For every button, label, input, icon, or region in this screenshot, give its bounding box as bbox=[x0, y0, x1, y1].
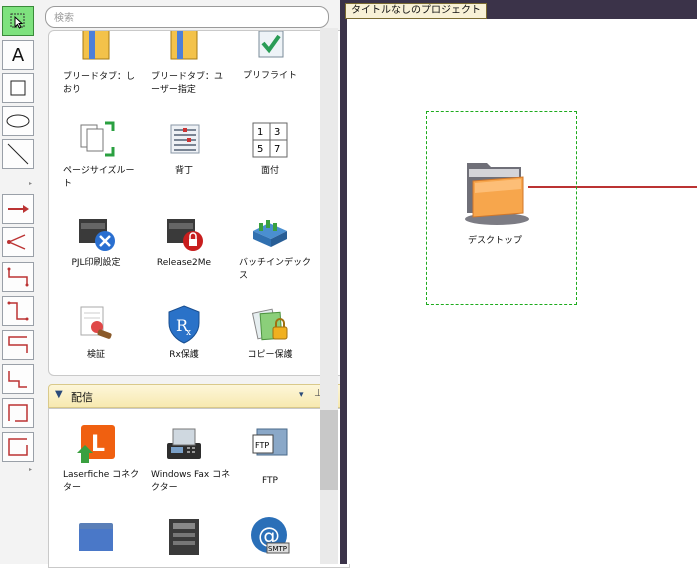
imposition-icon: 1 35 7 bbox=[252, 122, 288, 158]
svg-text:FTP: FTP bbox=[255, 441, 269, 450]
search-input[interactable] bbox=[52, 10, 326, 26]
elbow-icon bbox=[8, 371, 27, 388]
text-tool[interactable]: A bbox=[2, 40, 34, 70]
dropdown-icon[interactable]: ▾ bbox=[299, 390, 304, 400]
select-tool[interactable] bbox=[2, 6, 34, 36]
batch-index-icon bbox=[253, 220, 287, 247]
page-size-route-icon bbox=[80, 121, 115, 157]
tool-strip: A ▸ ▸ bbox=[0, 0, 39, 564]
scrollbar-thumb[interactable] bbox=[320, 410, 338, 490]
rectangle-tool[interactable] bbox=[2, 73, 34, 103]
elbow-connector-tool-5[interactable] bbox=[2, 398, 34, 428]
palette-item-label: ページサイズルート bbox=[63, 166, 135, 189]
branch-connector-tool[interactable] bbox=[2, 227, 34, 257]
palette-item-label: 検証 bbox=[86, 350, 105, 360]
palette-item-label: PJL印刷設定 bbox=[71, 258, 121, 268]
svg-text:1: 1 bbox=[257, 127, 263, 138]
elbow-connector-tool-2[interactable] bbox=[2, 296, 34, 326]
svg-text:3: 3 bbox=[274, 127, 280, 138]
node-label: デスクトップ bbox=[467, 236, 522, 246]
ellipse-icon bbox=[6, 114, 30, 128]
copy-protect-icon bbox=[251, 308, 288, 341]
elbow-icon bbox=[8, 336, 28, 353]
svg-text:7: 7 bbox=[274, 144, 280, 155]
grip-icon: ▸ bbox=[29, 180, 33, 187]
bleed-tab-user-icon bbox=[170, 31, 198, 60]
palette-item-label: 面付 bbox=[260, 166, 279, 176]
branch-icon bbox=[7, 234, 26, 250]
release2me-icon bbox=[167, 219, 203, 251]
svg-text:x: x bbox=[186, 328, 191, 338]
palette-item-label: 背丁 bbox=[174, 166, 193, 176]
arrow-right-icon bbox=[8, 205, 29, 213]
palette-item-label: Windows Fax コネクター bbox=[151, 470, 231, 493]
pointer-icon bbox=[10, 13, 25, 29]
pjl-print-settings-icon bbox=[79, 219, 115, 251]
svg-text:SMTP: SMTP bbox=[268, 545, 287, 553]
palette-item-label: FTP bbox=[262, 476, 278, 486]
collapse-arrow-icon[interactable]: ▼ bbox=[55, 389, 63, 400]
printer-icon bbox=[169, 519, 199, 555]
rectangle-icon bbox=[10, 80, 26, 96]
palette-item-label: Release2Me bbox=[156, 258, 212, 268]
svg-text:5: 5 bbox=[257, 144, 263, 155]
elbow-connector-tool-6[interactable] bbox=[2, 432, 34, 462]
smtp-icon: @SMTP bbox=[251, 517, 290, 554]
elbow-icon bbox=[8, 438, 28, 456]
palette-item-label: Rx保護 bbox=[169, 350, 199, 360]
palette-item-label: ブリードタブ：しおり bbox=[63, 72, 136, 95]
elbow-connector-tool-1[interactable] bbox=[2, 262, 34, 292]
rx-protect-icon: Rx bbox=[168, 305, 200, 344]
windows-fax-connector-icon bbox=[167, 428, 201, 459]
project-title-tab[interactable]: タイトルなしのプロジェクト bbox=[345, 3, 487, 19]
line-icon bbox=[7, 143, 29, 165]
palette-group-header[interactable]: ▼ 配信 ▾ ⊥ ⧉ bbox=[48, 384, 350, 408]
ellipse-tool[interactable] bbox=[2, 106, 34, 136]
text-tool-label: A bbox=[11, 44, 25, 66]
desktop-folder-icon[interactable] bbox=[461, 155, 533, 227]
palette-item-label: Laserfiche コネクター bbox=[63, 470, 140, 493]
palette-item-label: コピー保護 bbox=[247, 350, 293, 360]
palette-group-delivery: L Laserfiche コネクター Windows Fax コネクター FTP… bbox=[48, 408, 350, 568]
elbow-icon bbox=[8, 404, 28, 422]
laserfiche-connector-icon: L bbox=[77, 425, 115, 463]
svg-text:L: L bbox=[91, 432, 105, 457]
elbow-connector-tool-4[interactable] bbox=[2, 364, 34, 394]
palette-item-label: ブリードタブ：ユーザー指定 bbox=[151, 72, 224, 95]
elbow-connector-tool-3[interactable] bbox=[2, 330, 34, 360]
palette-item-label: バッチインデックス bbox=[239, 258, 312, 281]
elbow-icon bbox=[7, 267, 29, 287]
preflight-icon bbox=[258, 31, 284, 58]
bleed-tab-bookmark-icon bbox=[82, 31, 110, 60]
elbow-icon bbox=[7, 301, 29, 321]
ftp-icon: FTP bbox=[252, 428, 288, 456]
verify-icon bbox=[80, 306, 112, 339]
group-title: 配信 bbox=[71, 391, 93, 404]
palette-panel: ブリードタブ：しおり ブリードタブ：ユーザー指定 プリフライト ページサイズルー… bbox=[38, 0, 350, 568]
spine-mark-icon bbox=[170, 124, 200, 154]
palette-group-prepress: ブリードタブ：しおり ブリードタブ：ユーザー指定 プリフライト ページサイズルー… bbox=[48, 30, 350, 376]
arrow-connector-tool[interactable] bbox=[2, 194, 34, 224]
palette-item-label: プリフライト bbox=[242, 71, 297, 81]
folder-icon bbox=[79, 523, 113, 551]
search-box[interactable] bbox=[45, 6, 329, 28]
line-tool[interactable] bbox=[2, 139, 34, 169]
grip-icon: ▸ bbox=[29, 466, 33, 473]
